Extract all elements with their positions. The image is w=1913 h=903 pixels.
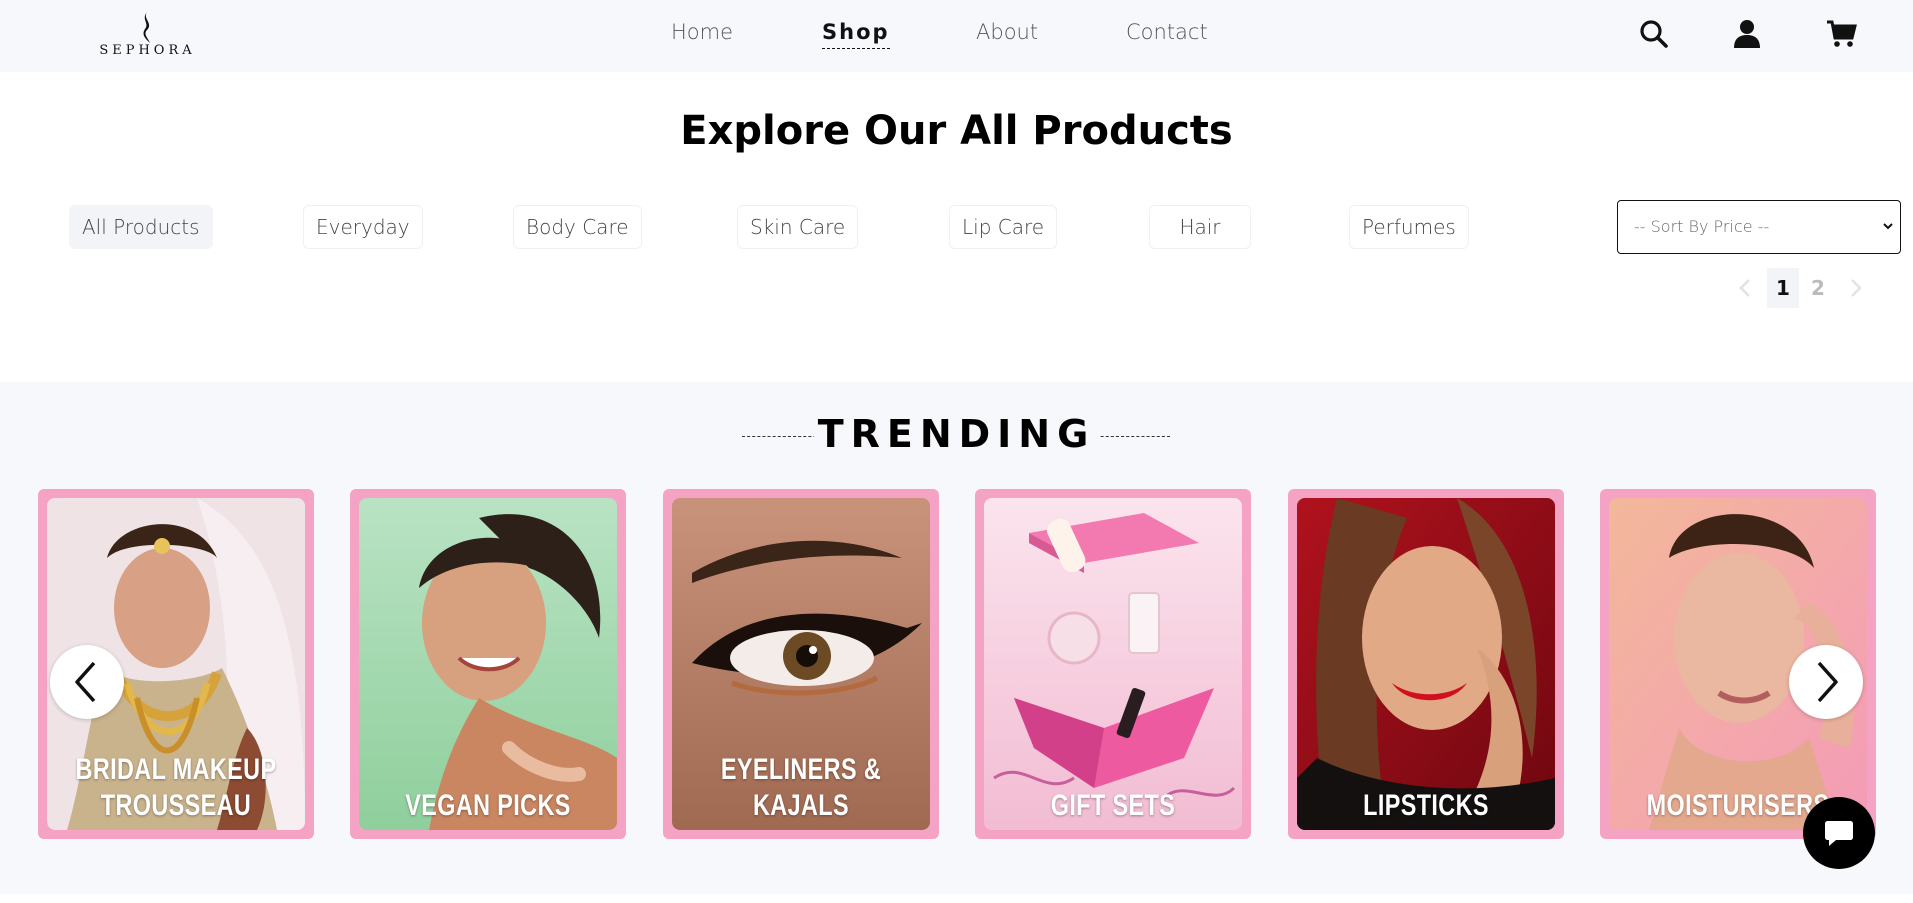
card-label-bridal-line1: BRIDAL MAKEUP	[75, 753, 277, 786]
filter-everyday[interactable]: Everyday	[303, 205, 423, 249]
pagination-next-icon[interactable]	[1841, 272, 1871, 304]
card-label-eyeliners: EYELINERS & KAJALS	[720, 753, 882, 822]
sort-selected-value: -- Sort By Price --	[1634, 217, 1770, 236]
filter-lip-care[interactable]: Lip Care	[949, 205, 1058, 249]
filter-body-care[interactable]: Body Care	[513, 205, 642, 249]
carousel-prev-button[interactable]	[50, 645, 124, 719]
carousel-next-button[interactable]	[1789, 645, 1863, 719]
pagination-prev-icon[interactable]	[1730, 272, 1760, 304]
card-image-gift-sets: GIFT SETS	[984, 498, 1242, 830]
trending-title: TRENDING	[813, 412, 1100, 456]
trending-heading: TRENDING	[0, 412, 1913, 456]
chevron-right-icon	[1817, 661, 1838, 703]
chevron-down-icon	[1883, 223, 1893, 230]
card-label-vegan: VEGAN PICKS	[405, 789, 571, 822]
chevron-left-icon	[75, 661, 96, 703]
pagination-page-2[interactable]: 2	[1802, 268, 1834, 308]
filter-hair[interactable]: Hair	[1149, 205, 1251, 249]
trending-card-vegan[interactable]: VEGAN PICKS	[350, 489, 626, 839]
lipstick-model-illustration	[1297, 498, 1555, 830]
products-title: Explore Our All Products	[680, 108, 1233, 154]
nav-home[interactable]: Home	[671, 20, 733, 44]
card-image-eyeliners: EYELINERS & KAJALS	[672, 498, 930, 830]
navbar: SEPHORA Home Shop About Contact	[0, 0, 1913, 72]
card-label-bridal-line2: TROUSSEAU	[100, 789, 252, 822]
pagination-page-1[interactable]: 1	[1767, 268, 1799, 308]
filter-skin-care[interactable]: Skin Care	[737, 205, 859, 249]
cart-icon[interactable]	[1826, 18, 1858, 50]
trending-card-lipsticks[interactable]: LIPSTICKS	[1288, 489, 1564, 839]
trending-section: TRENDING BRIDAL MAKEUP TROUSSEAU VEGAN P…	[0, 382, 1913, 894]
card-image-lipsticks: LIPSTICKS	[1297, 498, 1555, 830]
chat-button[interactable]	[1803, 797, 1875, 869]
card-label-bridal: BRIDAL MAKEUP TROUSSEAU	[75, 752, 277, 824]
trending-card-gift-sets[interactable]: GIFT SETS	[975, 489, 1251, 839]
trending-card-eyeliners[interactable]: EYELINERS & KAJALS	[663, 489, 939, 839]
search-icon[interactable]	[1638, 18, 1670, 50]
vegan-model-illustration	[359, 498, 617, 830]
main-nav: Home Shop About Contact	[0, 0, 1913, 72]
card-label-lipsticks: LIPSTICKS	[1363, 789, 1489, 822]
filter-perfumes[interactable]: Perfumes	[1349, 205, 1469, 249]
card-image-vegan: VEGAN PICKS	[359, 498, 617, 830]
chat-bubble-icon	[1825, 821, 1853, 846]
filter-all-products[interactable]: All Products	[69, 205, 213, 249]
nav-contact[interactable]: Contact	[1126, 20, 1208, 44]
nav-shop[interactable]: Shop	[822, 20, 890, 49]
sort-by-price-select[interactable]: -- Sort By Price --	[1617, 200, 1901, 254]
gift-box-illustration	[984, 498, 1242, 830]
nav-about[interactable]: About	[976, 20, 1038, 44]
user-icon[interactable]	[1731, 18, 1763, 50]
card-label-gift-sets: GIFT SETS	[1050, 789, 1176, 822]
